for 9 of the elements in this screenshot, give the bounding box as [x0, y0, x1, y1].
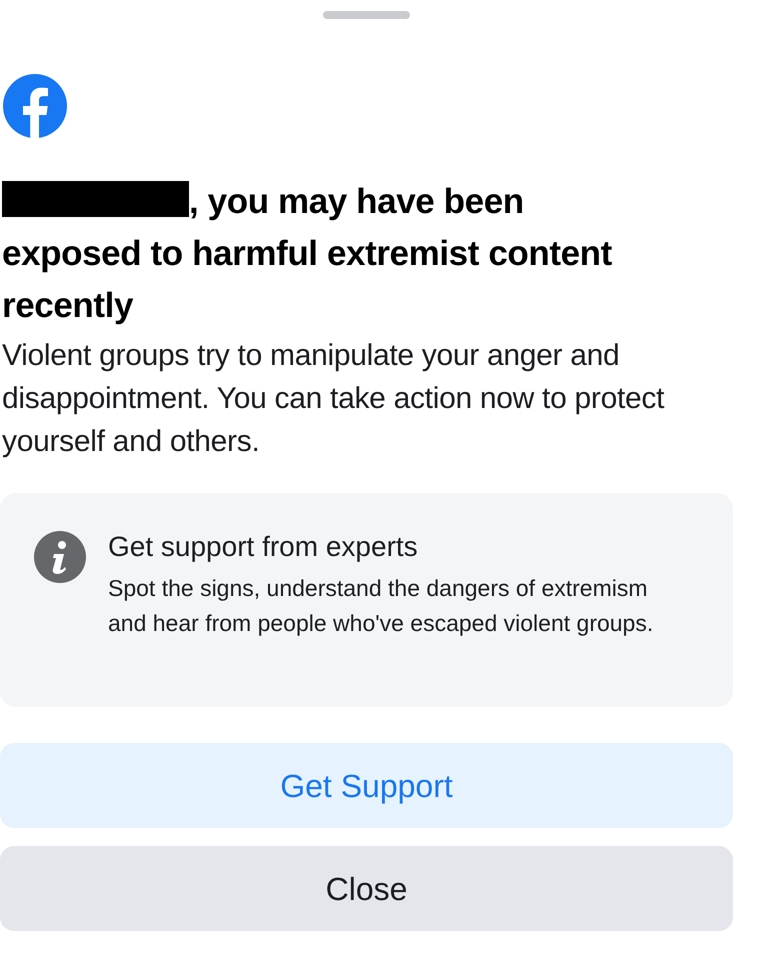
drag-handle[interactable]: [323, 11, 410, 19]
heading-text: , you may have been exposed to harmful extremist content recently: [2, 180, 612, 327]
get-support-button[interactable]: Get Support: [0, 743, 733, 828]
message-text: Violent groups try to manipulate your anger and disappointment. You can take action now to protect yourself and others.: [2, 338, 666, 460]
card-description: Spot the signs, understand the dangers of extremism and hear from people who've escaped violent groups.: [108, 574, 654, 638]
info-icon: [34, 531, 86, 583]
card-title: Get support from experts: [108, 530, 419, 564]
facebook-logo-icon: [3, 74, 67, 138]
close-button[interactable]: Close: [0, 846, 733, 931]
